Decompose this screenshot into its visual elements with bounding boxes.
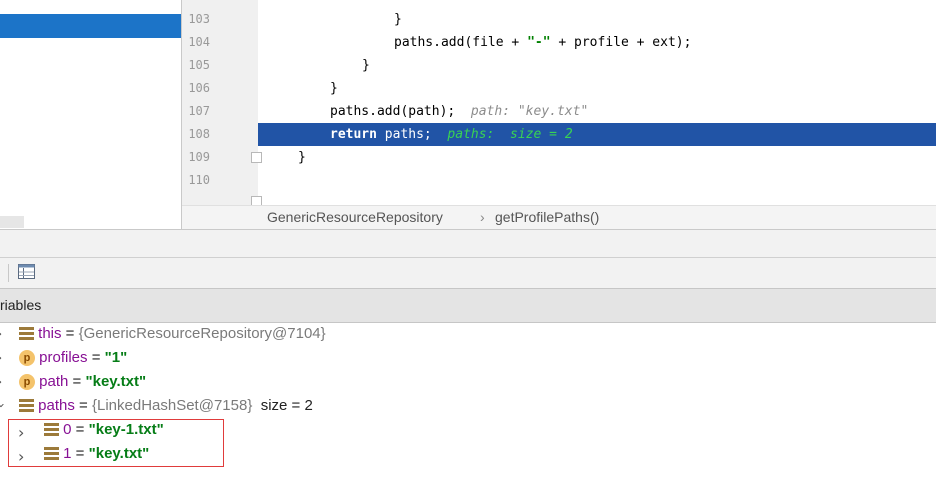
code-line[interactable]: } <box>258 77 338 100</box>
breadcrumb-class[interactable]: GenericResourceRepository <box>267 209 443 225</box>
debug-toolbar <box>0 257 936 288</box>
code-line[interactable]: } <box>258 8 402 31</box>
breadcrumb-method[interactable]: getProfilePaths() <box>495 209 599 225</box>
variable-row-path[interactable]: p path = "key.txt" <box>19 370 146 394</box>
breadcrumb-separator: › <box>480 209 485 225</box>
code-line[interactable]: } <box>258 146 306 169</box>
project-tree-selected-row[interactable] <box>0 14 181 38</box>
line-number: 108 <box>188 127 210 141</box>
parameter-icon: p <box>19 374 35 391</box>
variables-panel-header: riables <box>0 288 936 323</box>
chevron-right-icon[interactable]: › <box>0 375 2 390</box>
inline-debug-value: paths: size = 2 <box>447 127 573 142</box>
line-number: 105 <box>188 58 210 72</box>
horizontal-scrollbar[interactable] <box>0 216 24 228</box>
line-number: 107 <box>188 104 210 118</box>
line-number: 110 <box>188 173 210 187</box>
toolbar-separator <box>8 264 9 282</box>
code-line[interactable]: paths.add(file + "-" + profile + ext); <box>258 31 691 54</box>
highlight-box <box>8 419 224 467</box>
variable-row-profiles[interactable]: p profiles = "1" <box>19 346 127 370</box>
line-number: 106 <box>188 81 210 95</box>
variable-row-this[interactable]: this = {GenericResourceRepository@7104} <box>19 322 326 346</box>
code-line[interactable]: } <box>258 54 370 77</box>
code-line[interactable]: paths.add(path); path: "key.txt" <box>258 100 588 123</box>
inline-debug-value: path: "key.txt" <box>470 104 589 119</box>
chevron-right-icon[interactable]: › <box>0 327 2 342</box>
code-line-current[interactable]: return paths; paths: size = 2 <box>258 123 573 146</box>
line-number: 109 <box>188 150 210 164</box>
chevron-down-icon[interactable]: › <box>0 403 8 408</box>
code-line[interactable] <box>258 169 298 192</box>
line-number: 103 <box>188 12 210 26</box>
parameter-icon: p <box>19 350 35 367</box>
chevron-right-icon[interactable]: › <box>0 351 2 366</box>
breadcrumb: GenericResourceRepository › getProfilePa… <box>182 205 936 230</box>
variable-row-paths[interactable]: paths = {LinkedHashSet@7158} size = 2 <box>19 394 313 418</box>
field-icon <box>19 327 34 341</box>
field-icon <box>19 399 34 413</box>
table-view-icon[interactable] <box>18 264 36 280</box>
variables-panel-title: riables <box>0 297 42 313</box>
tool-window-tabs-area <box>0 230 936 257</box>
line-number: 104 <box>188 35 210 49</box>
